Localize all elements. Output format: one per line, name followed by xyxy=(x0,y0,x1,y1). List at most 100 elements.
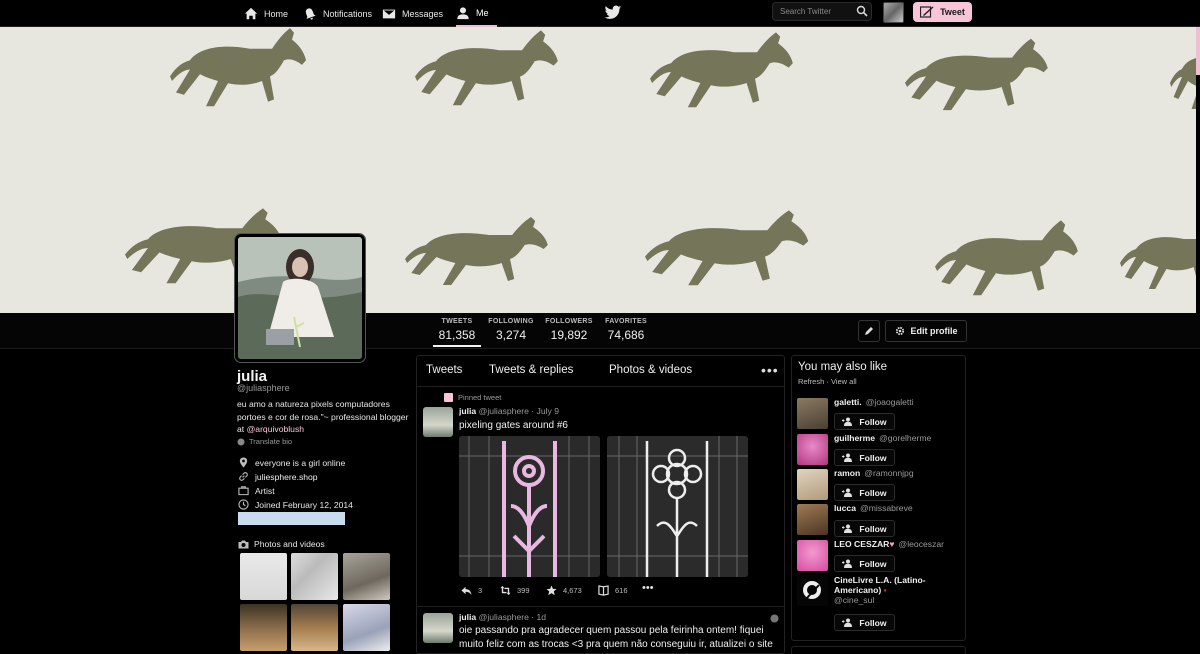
add-user-icon xyxy=(842,417,853,426)
scrollbar-accent[interactable] xyxy=(1196,27,1200,75)
media-thumbnail[interactable] xyxy=(240,553,287,600)
gear-icon xyxy=(895,326,904,336)
tweet-more-icon[interactable]: ••• xyxy=(642,582,654,594)
suggestion-avatar[interactable] xyxy=(797,469,828,500)
tab-tweets[interactable]: Tweets xyxy=(426,364,462,376)
tweet-author-handle[interactable]: @juliasphere xyxy=(479,612,529,622)
retweet-action[interactable]: 399 xyxy=(500,585,530,596)
like-action[interactable]: 4,673 xyxy=(546,585,582,596)
nav-messages[interactable]: Messages xyxy=(382,0,443,27)
follow-label: Follow xyxy=(859,617,887,628)
edit-profile-button[interactable]: Edit profile xyxy=(885,320,967,342)
share-action[interactable]: 616 xyxy=(598,585,628,596)
nav-notifications[interactable]: Notifications xyxy=(303,0,372,27)
follow-button[interactable]: Follow xyxy=(834,555,895,572)
tweet-timeline: Tweets Tweets & replies Photos & videos … xyxy=(416,355,785,654)
tweet-author-avatar[interactable] xyxy=(423,613,453,643)
stat-following-label: FOLLOWING xyxy=(488,318,534,325)
account-avatar[interactable] xyxy=(883,2,904,23)
tab-tweets-replies[interactable]: Tweets & replies xyxy=(489,364,573,376)
follow-button[interactable]: Follow xyxy=(834,614,895,631)
suggestion-handle: @gorelherme xyxy=(879,433,932,443)
follow-button[interactable]: Follow xyxy=(834,484,895,501)
suggestion-avatar[interactable] xyxy=(797,398,828,429)
globe-icon xyxy=(770,614,779,623)
cinelivre-logo xyxy=(803,581,821,600)
follow-label: Follow xyxy=(859,558,887,569)
tab-photos-videos[interactable]: Photos & videos xyxy=(609,364,692,376)
stat-following-value: 3,274 xyxy=(495,328,527,342)
follow-button[interactable]: Follow xyxy=(834,449,895,466)
tweet-image-pink-gate[interactable] xyxy=(459,436,600,577)
follow-button[interactable]: Follow xyxy=(834,413,895,430)
tweet-author-handle[interactable]: @juliasphere xyxy=(479,406,529,416)
reply-icon xyxy=(461,586,472,596)
suggestion-name[interactable]: galetti. @joaogaletti xyxy=(834,397,914,407)
camera-icon xyxy=(238,540,249,548)
refresh-link[interactable]: Refresh xyxy=(798,377,824,386)
stat-tweets[interactable]: TWEETS 81,358 xyxy=(433,318,481,347)
more-options-icon[interactable]: ••• xyxy=(761,362,779,378)
compose-quill-icon xyxy=(920,6,934,18)
follow-label: Follow xyxy=(859,416,887,427)
nav-home[interactable]: Home xyxy=(244,0,288,27)
stat-following[interactable]: FOLLOWING 3,274 xyxy=(488,318,534,342)
twitter-bird-icon[interactable] xyxy=(604,5,622,21)
view-all-link[interactable]: View all xyxy=(831,377,857,386)
translate-bio-link[interactable]: Translate bio xyxy=(237,437,292,446)
stat-favorites[interactable]: FAVORITES 74,686 xyxy=(604,318,648,342)
stat-tweets-label: TWEETS xyxy=(441,318,473,325)
follow-label: Follow xyxy=(859,487,887,498)
tweet-header: julia @juliasphere · 1d xyxy=(459,612,546,622)
retweet-icon xyxy=(500,585,511,596)
globe-icon xyxy=(237,438,245,445)
tweet-author-name[interactable]: julia xyxy=(459,612,476,622)
edit-theme-button[interactable] xyxy=(858,320,880,342)
profile-header-image xyxy=(0,27,1196,313)
suggestion-avatar[interactable] xyxy=(797,575,828,606)
stat-followers[interactable]: FOLLOWERS 19,892 xyxy=(545,318,593,342)
suggestion-name[interactable]: guilherme @gorelherme xyxy=(834,433,931,443)
media-thumbnail[interactable] xyxy=(240,604,287,651)
pinned-tweet-indicator: Pinned tweet xyxy=(444,393,501,402)
pink-gate-pixel-art xyxy=(459,436,600,577)
who-to-follow-panel: You may also like Refresh · View all gal… xyxy=(791,355,966,641)
suggestion-avatar[interactable] xyxy=(797,504,828,535)
profile-occupation: Artist xyxy=(238,485,275,496)
bio-mention-link[interactable]: @arquivoblush xyxy=(247,424,304,434)
suggestions-title: You may also like xyxy=(798,361,888,373)
suggestion-name[interactable]: LEO CESZAR♥ @leoceszar xyxy=(834,539,944,549)
flag-icon: ▪ xyxy=(883,585,887,595)
compose-tweet-button[interactable]: Tweet xyxy=(913,2,972,22)
profile-avatar[interactable] xyxy=(234,233,366,363)
follow-button[interactable]: Follow xyxy=(834,520,895,537)
tweet-date[interactable]: July 9 xyxy=(537,406,559,416)
website-link[interactable]: juliesphere.shop xyxy=(255,472,318,482)
tweet-image-white-gate[interactable] xyxy=(607,436,748,577)
tweet-date[interactable]: 1d xyxy=(537,612,547,622)
suggestion-avatar[interactable] xyxy=(797,540,828,571)
suggestion-name[interactable]: CineLivre L.A. (Latino-Americano) ▪ @cine… xyxy=(834,575,952,605)
tweet-author-avatar[interactable] xyxy=(423,407,453,437)
media-thumbnail[interactable] xyxy=(291,604,338,651)
tweet-author-name[interactable]: julia xyxy=(459,406,476,416)
nav-me[interactable]: Me xyxy=(456,0,497,27)
media-thumbnail[interactable] xyxy=(291,553,338,600)
suggestion-name[interactable]: lucca @missabreve xyxy=(834,503,913,513)
twitter-profile-page: Home Notifications Messages Me Tweet xyxy=(0,0,1200,654)
stat-favorites-value: 74,686 xyxy=(607,328,645,342)
location-text: everyone is a girl online xyxy=(255,457,346,468)
add-user-icon xyxy=(842,559,853,568)
stat-tweets-value: 81,358 xyxy=(438,328,476,342)
search-icon[interactable] xyxy=(856,5,868,17)
suggestion-name[interactable]: ramon @ramonnjpg xyxy=(834,468,914,478)
photos-videos-label: Photos and videos xyxy=(254,539,325,549)
profile-website: juliesphere.shop xyxy=(238,471,318,482)
media-thumbnail[interactable] xyxy=(343,604,390,651)
birthday-placeholder-bar xyxy=(238,512,345,525)
reply-action[interactable]: 3 xyxy=(461,585,482,596)
media-thumbnail[interactable] xyxy=(343,553,390,600)
white-gate-pixel-art xyxy=(607,436,748,577)
suggestion-avatar[interactable] xyxy=(797,434,828,465)
photos-videos-header[interactable]: Photos and videos xyxy=(238,539,325,549)
